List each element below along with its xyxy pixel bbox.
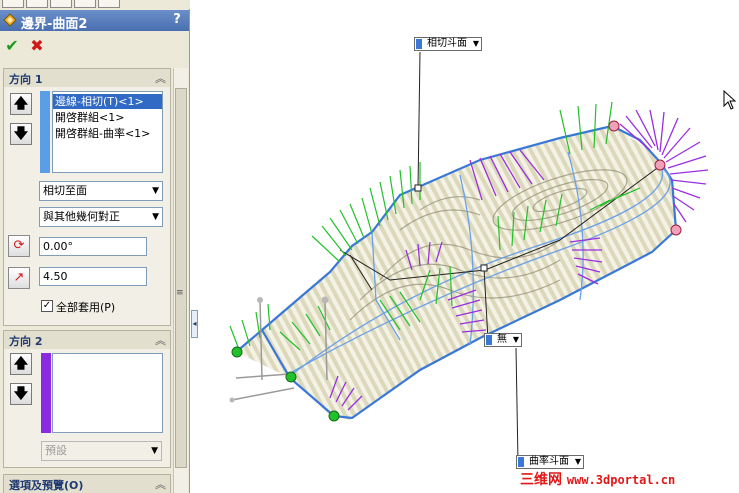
apply-all-checkbox[interactable]: ✓ bbox=[41, 300, 53, 312]
chevron-down-icon: ▼ bbox=[512, 335, 519, 344]
tangency-type-value: 相切至面 bbox=[43, 184, 87, 197]
feature-manager-tab[interactable] bbox=[2, 0, 24, 8]
tangency-callout-bottom[interactable]: 曲率斗面 ▼ bbox=[516, 455, 584, 469]
chevron-down-icon: ▼ bbox=[152, 186, 159, 196]
chevron-down-icon: ▼ bbox=[472, 39, 479, 48]
manager-tabs bbox=[0, 0, 190, 9]
list-item[interactable]: 邊線-相切(T)<1> bbox=[53, 94, 162, 109]
direction2-curves-list[interactable] bbox=[52, 353, 163, 433]
direction1-header[interactable]: 方向 1 ︽ bbox=[4, 69, 170, 87]
direction2-title: 方向 2 bbox=[9, 335, 43, 348]
options-group: 選項及預覽(O) ︽ bbox=[3, 474, 171, 493]
list-item[interactable]: 開啓群組-曲率<1> bbox=[53, 126, 162, 141]
direction2-color-bar bbox=[41, 353, 51, 433]
help-button[interactable]: ? bbox=[170, 12, 184, 28]
collapse-icon[interactable]: ︽ bbox=[155, 70, 166, 86]
direction1-group: 方向 1 ︽ 🡅 🡇 邊線-相切(T)<1> 開啓群組<1> 開啓群組-曲率<1… bbox=[3, 68, 171, 326]
reverse-direction-icon[interactable]: ⟳ bbox=[8, 235, 30, 257]
collapse-icon[interactable]: ︽ bbox=[155, 476, 166, 492]
alignment-value: 與其他幾何對正 bbox=[43, 210, 120, 223]
callout-middle-label: 無 bbox=[497, 334, 507, 345]
move-up-button[interactable]: 🡅 bbox=[10, 93, 32, 115]
watermark-brand: 三维网 bbox=[520, 472, 562, 488]
move-down-button[interactable]: 🡇 bbox=[10, 123, 32, 145]
property-manager: 邊界-曲面2 ? ✔ ✖ 方向 1 ︽ 🡅 🡇 邊線-相切(T)<1> 開啓群組… bbox=[0, 0, 190, 493]
config-manager-tab[interactable] bbox=[50, 0, 72, 8]
boundary-surface-model[interactable] bbox=[198, 0, 739, 493]
boundary-surface-icon bbox=[3, 13, 17, 27]
tangency-type-select[interactable]: 相切至面 ▼ bbox=[39, 181, 163, 201]
callout-bottom-label: 曲率斗面 bbox=[529, 456, 569, 467]
graphics-area[interactable]: 相切斗面 ▼ 無 ▼ 曲率斗面 ▼ bbox=[198, 0, 739, 493]
tangent-length-icon: ↗ bbox=[8, 267, 30, 289]
options-title: 選項及預覽(O) bbox=[9, 479, 84, 492]
direction1-title: 方向 1 bbox=[9, 73, 43, 86]
callout-flag-icon bbox=[518, 457, 524, 467]
tangency-callout-middle[interactable]: 無 ▼ bbox=[484, 333, 522, 347]
chevron-down-icon: ▼ bbox=[574, 457, 581, 466]
tangency-callout-top[interactable]: 相切斗面 ▼ bbox=[414, 37, 482, 51]
apply-all-label: 全部套用(P) bbox=[56, 301, 116, 314]
callout-flag-icon bbox=[416, 39, 422, 49]
watermark-url: www.3dportal.cn bbox=[566, 473, 676, 487]
options-header[interactable]: 選項及預覽(O) ︽ bbox=[4, 475, 170, 493]
chevron-down-icon: ▼ bbox=[152, 212, 159, 222]
panel-scrollbar[interactable]: ≡ bbox=[173, 68, 188, 493]
callout-flag-icon bbox=[486, 335, 492, 345]
mouse-cursor-icon bbox=[723, 90, 737, 110]
ok-button[interactable]: ✔ bbox=[3, 37, 21, 55]
collapse-icon[interactable]: ︽ bbox=[155, 332, 166, 348]
dimxpert-tab[interactable] bbox=[74, 0, 96, 8]
direction2-header[interactable]: 方向 2 ︽ bbox=[4, 331, 170, 349]
display-manager-tab[interactable] bbox=[98, 0, 120, 8]
direction2-tangency-value: 預設 bbox=[45, 444, 67, 457]
direction2-group: 方向 2 ︽ 🡅 🡇 預設 ▼ bbox=[3, 330, 171, 468]
watermark: 三维网 www.3dportal.cn bbox=[520, 469, 675, 489]
tangent-length-field[interactable]: 4.50 bbox=[39, 267, 147, 286]
callout-top-label: 相切斗面 bbox=[427, 38, 467, 49]
move-up-button[interactable]: 🡅 bbox=[10, 353, 32, 375]
panel-title: 邊界-曲面2 bbox=[21, 17, 88, 32]
direction1-color-bar bbox=[40, 91, 50, 173]
property-manager-tab[interactable] bbox=[26, 0, 48, 8]
direction1-curves-list[interactable]: 邊線-相切(T)<1> 開啓群組<1> 開啓群組-曲率<1> bbox=[52, 91, 163, 173]
panel-title-bar: 邊界-曲面2 ? bbox=[0, 10, 189, 32]
scroll-grip-icon: ≡ bbox=[176, 288, 184, 298]
list-item[interactable]: 開啓群組<1> bbox=[53, 110, 162, 125]
panel-splitter[interactable]: ◂ bbox=[190, 0, 198, 493]
scrollbar-thumb[interactable] bbox=[175, 88, 187, 468]
alignment-select[interactable]: 與其他幾何對正 ▼ bbox=[39, 207, 163, 227]
move-down-button[interactable]: 🡇 bbox=[10, 383, 32, 405]
collapse-panel-icon[interactable]: ◂ bbox=[191, 310, 198, 338]
chevron-down-icon: ▼ bbox=[151, 446, 158, 456]
draft-angle-field[interactable]: 0.00° bbox=[39, 237, 147, 256]
direction2-tangency-select: 預設 ▼ bbox=[41, 441, 162, 461]
cancel-button[interactable]: ✖ bbox=[28, 37, 46, 55]
